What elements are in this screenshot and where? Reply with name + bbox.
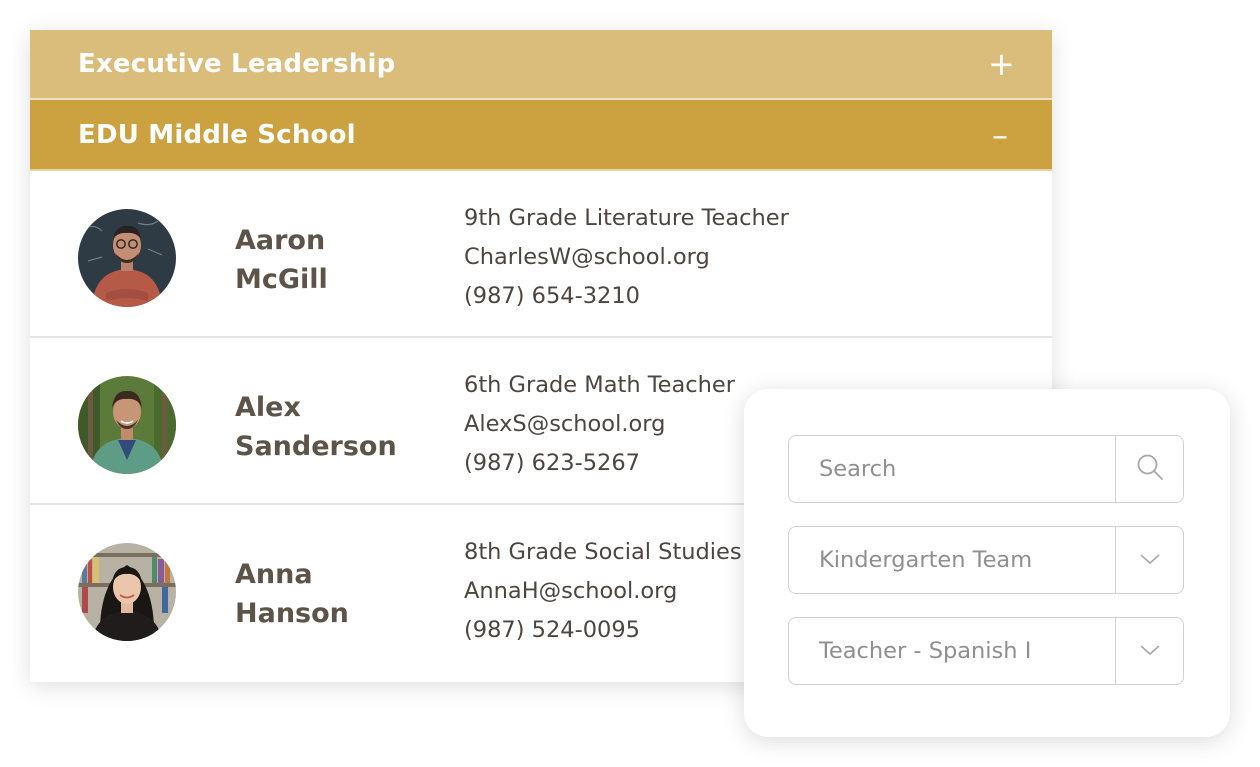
collapse-icon[interactable]: – [988,119,1012,151]
first-name: Alex [235,392,301,423]
last-name: Sanderson [235,431,397,462]
avatar [78,209,176,307]
position-select[interactable]: Teacher - Spanish I [788,617,1184,685]
first-name: Aaron [235,225,326,256]
section-header-executive-leadership[interactable]: Executive Leadership + [30,30,1052,100]
team-select-value: Kindergarten Team [819,547,1033,573]
person-details: 9th Grade Literature Teacher CharlesW@sc… [464,199,1024,316]
person-name: Aaron McGill [235,221,435,299]
last-name: McGill [235,264,328,295]
chevron-down-icon [1139,642,1161,661]
position-select-value: Teacher - Spanish I [819,638,1032,664]
expand-icon[interactable]: + [988,48,1015,80]
email-link[interactable]: CharlesW@school.org [464,238,1024,277]
first-name: Anna [235,559,313,590]
team-select[interactable]: Kindergarten Team [788,526,1184,594]
chevron-down-icon [1139,551,1161,570]
filter-panel: Kindergarten Team Teacher - Spanish I [744,389,1230,737]
section-title: EDU Middle School [78,119,356,150]
staff-row: Aaron McGill 9th Grade Literature Teache… [30,171,1052,338]
avatar [78,376,176,474]
position-select-toggle[interactable] [1115,618,1183,684]
search-button[interactable] [1115,436,1183,502]
search-icon [1134,451,1166,487]
phone-number[interactable]: (987) 654-3210 [464,277,1024,316]
section-title: Executive Leadership [78,49,396,79]
role: 9th Grade Literature Teacher [464,205,789,231]
team-select-toggle[interactable] [1115,527,1183,593]
person-name: Alex Sanderson [235,388,435,466]
section-header-edu-middle-school[interactable]: EDU Middle School – [30,100,1052,171]
search-input[interactable] [789,436,1115,502]
avatar [78,543,176,641]
last-name: Hanson [235,598,349,629]
person-name: Anna Hanson [235,555,435,633]
search-field [788,435,1184,503]
